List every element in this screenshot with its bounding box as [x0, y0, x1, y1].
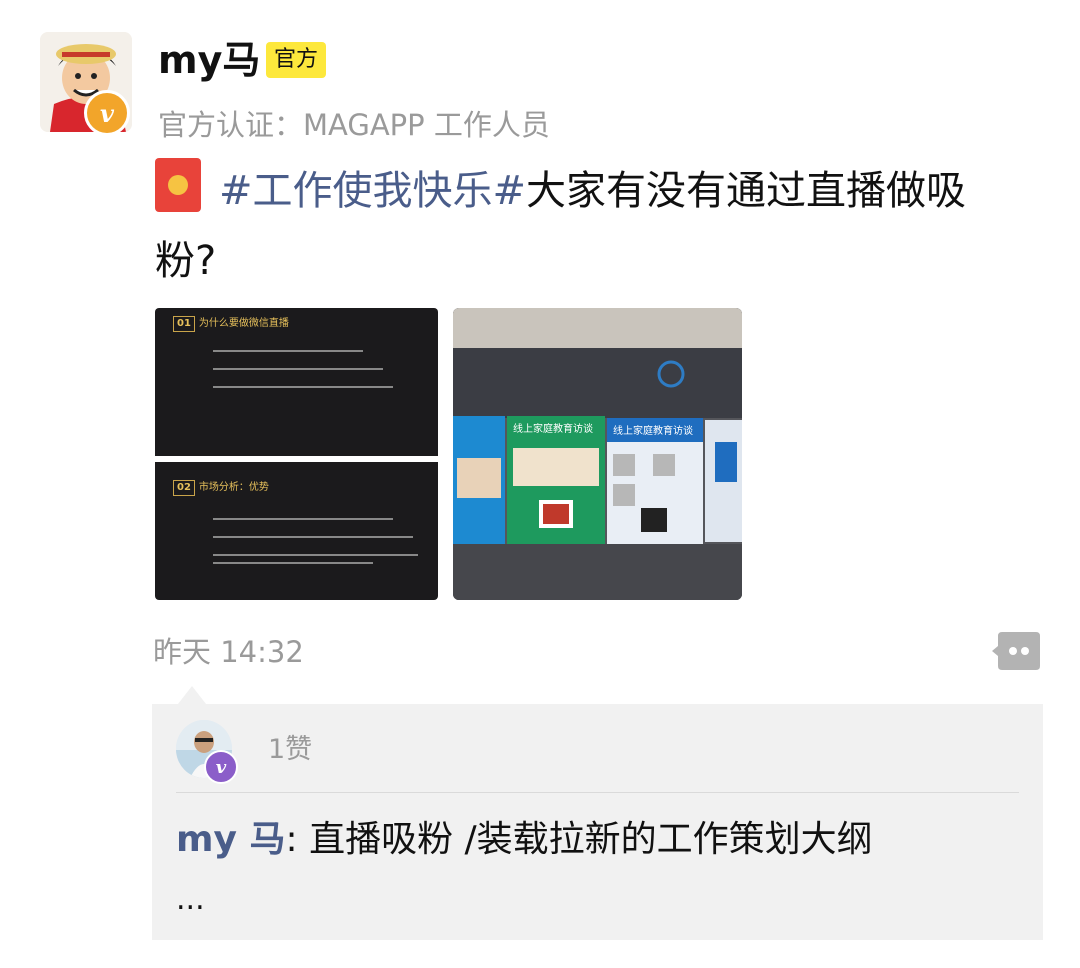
comment-bubble-icon[interactable]: [992, 632, 1040, 670]
slide-1: 01 为什么要做微信直播: [155, 308, 438, 456]
comment-text: 直播吸粉 /装载拉新的工作策划大纲: [309, 819, 873, 860]
slide-bullet-line: [213, 350, 363, 352]
comment-author[interactable]: my 马: [176, 819, 286, 860]
verified-v-icon: v: [204, 750, 238, 784]
author-name[interactable]: my马: [158, 36, 260, 84]
slide-bullet-line: [213, 386, 393, 388]
slide-number: 01: [173, 316, 195, 332]
red-packet-icon: [155, 158, 201, 212]
comment[interactable]: my 马: 直播吸粉 /装载拉新的工作策划大纲: [176, 814, 873, 866]
comment-more[interactable]: ...: [176, 880, 205, 920]
screen-heading: 线上家庭教育访谈: [613, 424, 693, 437]
slide-bullet-line: [213, 554, 418, 556]
divider: [176, 792, 1019, 793]
interaction-panel: v 1赞 my 马: 直播吸粉 /装载拉新的工作策划大纲 ...: [152, 686, 1043, 940]
slide-heading: 市场分析：优势: [198, 482, 269, 493]
post-time: 昨天 14:32: [153, 635, 304, 669]
like-count: 1赞: [268, 734, 313, 765]
official-badge: 官方: [266, 42, 327, 78]
slide-bullet-line: [213, 562, 373, 564]
slide-heading: 为什么要做微信直播: [198, 318, 289, 329]
screen-photo-illustration: 线上家庭教育访谈 线上家庭教育访谈: [453, 308, 742, 600]
post-image-slides[interactable]: 01 为什么要做微信直播 02 市场分析：优势: [155, 308, 438, 600]
slide-bullet-line: [213, 368, 383, 370]
slide-bullet-line: [213, 536, 413, 538]
slide-bullet-line: [213, 518, 393, 520]
slide-2: 02 市场分析：优势: [155, 462, 438, 600]
certification-text: 官方认证：MAGAPP 工作人员: [158, 108, 550, 142]
slide-number: 02: [173, 480, 195, 496]
screen-heading: 线上家庭教育访谈: [513, 422, 593, 435]
post-content: #工作使我快乐#大家有没有通过直播做吸粉?: [155, 156, 1015, 296]
comment-separator: :: [285, 819, 310, 860]
post-image-screen-photo[interactable]: 线上家庭教育访谈 线上家庭教育访谈: [453, 308, 742, 600]
verified-v-icon: v: [84, 90, 130, 136]
hashtag-link[interactable]: #工作使我快乐#: [219, 168, 526, 214]
